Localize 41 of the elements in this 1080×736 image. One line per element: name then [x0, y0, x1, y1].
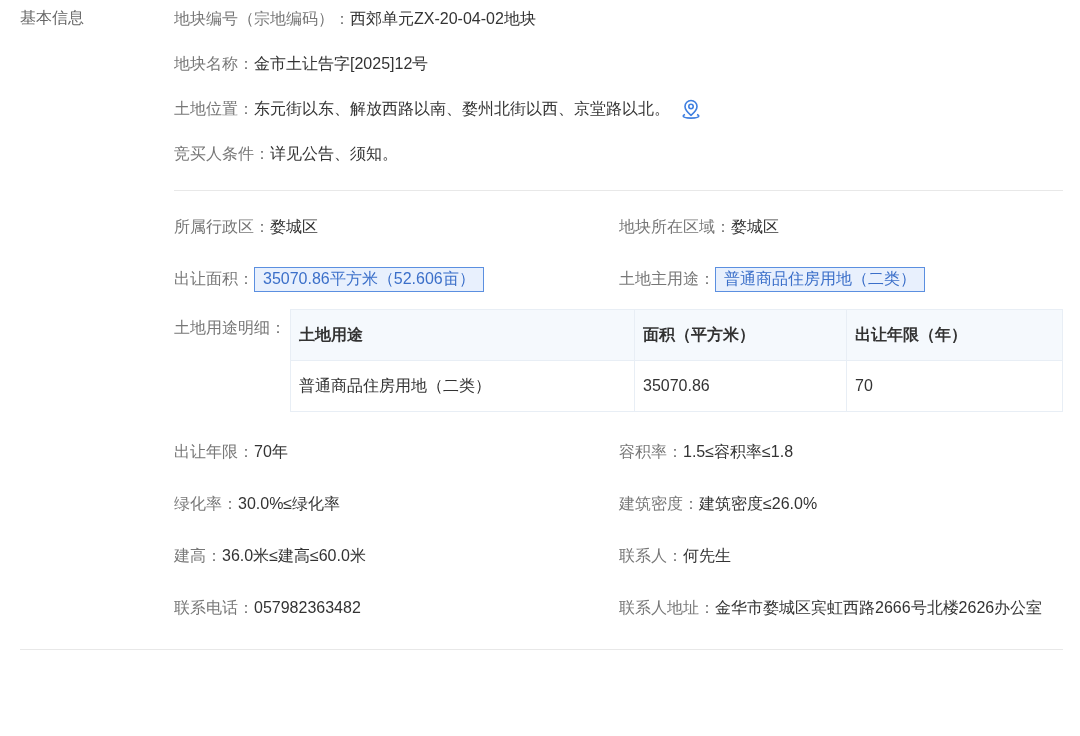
- location-pin-icon[interactable]: [682, 99, 700, 119]
- table-cell: 70: [846, 360, 1063, 412]
- column-header: 面积（平方米）: [634, 309, 847, 361]
- field-label: 土地主用途：: [619, 268, 715, 289]
- field-value: 70年: [254, 441, 288, 462]
- field-label: 地块编号（宗地编码）：: [174, 8, 350, 29]
- field-label: 所属行政区：: [174, 216, 270, 237]
- field-label: 联系电话：: [174, 597, 254, 618]
- section-title: 基本信息: [20, 9, 84, 26]
- column-header: 土地用途: [290, 309, 635, 361]
- field-label: 建筑密度：: [619, 493, 699, 514]
- field-label: 出让年限：: [174, 441, 254, 462]
- field-value: 建筑密度≤26.0%: [699, 493, 818, 514]
- table-cell: 35070.86: [634, 360, 847, 412]
- highlighted-value: 35070.86平方米（52.606亩）: [254, 266, 484, 292]
- field-value: 金市土让告字[2025]12号: [254, 53, 429, 74]
- table-cell: 普通商品住房用地（二类）: [290, 360, 635, 412]
- field-label: 出让面积：: [174, 268, 254, 289]
- field-value: 36.0米≤建高≤60.0米: [222, 545, 366, 566]
- field-value: 金华市婺城区宾虹西路2666号北楼2626办公室: [715, 597, 1043, 618]
- field-value: 何先生: [683, 545, 731, 566]
- field-label: 地块名称：: [174, 53, 254, 74]
- field-label: 联系人：: [619, 545, 683, 566]
- field-label: 联系人地址：: [619, 597, 715, 618]
- field-value: 西郊单元ZX-20-04-02地块: [350, 8, 536, 29]
- field-value: 东元街以东、解放西路以南、婺州北街以西、京堂路以北。: [254, 98, 670, 119]
- field-label: 土地位置：: [174, 98, 254, 119]
- field-value: 婺城区: [270, 216, 318, 237]
- highlighted-value: 普通商品住房用地（二类）: [715, 266, 925, 292]
- field-label: 土地用途明细：: [174, 318, 286, 338]
- field-value: 婺城区: [731, 216, 779, 237]
- field-value: 1.5≤容积率≤1.8: [683, 441, 794, 462]
- field-value: 详见公告、须知。: [270, 143, 398, 164]
- field-value: 30.0%≤绿化率: [238, 493, 341, 514]
- field-label: 容积率：: [619, 441, 683, 462]
- field-label: 地块所在区域：: [619, 216, 731, 237]
- field-label: 建高：: [174, 545, 222, 566]
- field-value: 057982363482: [254, 599, 361, 617]
- field-label: 竞买人条件：: [174, 143, 270, 164]
- field-label: 绿化率：: [174, 493, 238, 514]
- column-header: 出让年限（年）: [846, 309, 1063, 361]
